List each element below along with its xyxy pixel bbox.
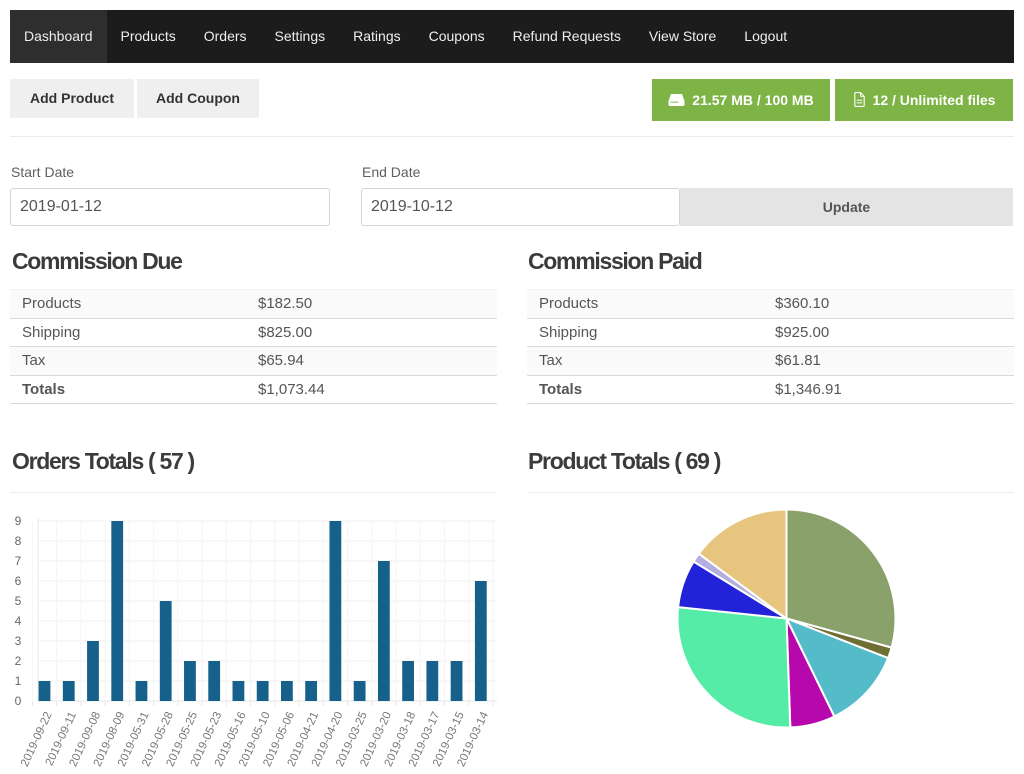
svg-text:9: 9: [15, 514, 22, 528]
svg-text:5: 5: [15, 594, 22, 608]
svg-text:8: 8: [15, 534, 22, 548]
svg-text:6: 6: [15, 574, 22, 588]
svg-text:2: 2: [15, 654, 22, 668]
svg-text:7: 7: [15, 554, 22, 568]
svg-text:0: 0: [15, 694, 22, 708]
svg-text:3: 3: [15, 634, 22, 648]
svg-text:1: 1: [15, 674, 22, 688]
svg-text:4: 4: [15, 614, 22, 628]
